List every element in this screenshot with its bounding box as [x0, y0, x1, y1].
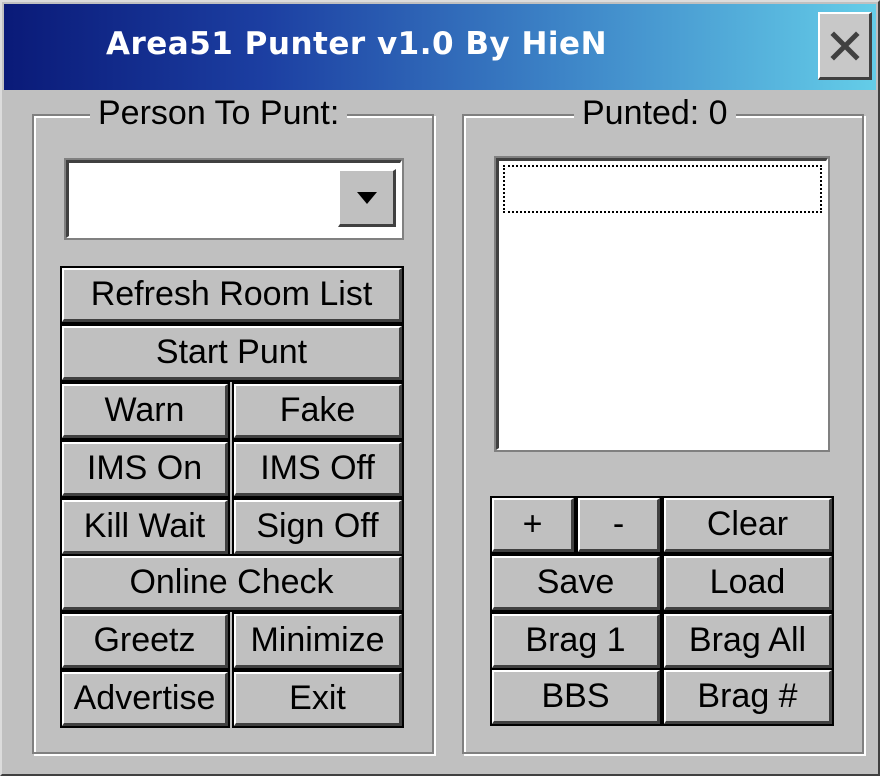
online-check-button[interactable]: Online Check [60, 554, 404, 612]
list-focus-row[interactable] [503, 165, 822, 213]
exit-button[interactable]: Exit [232, 670, 404, 728]
bbs-button[interactable]: BBS [490, 668, 662, 726]
ims-off-button[interactable]: IMS Off [232, 440, 404, 498]
greetz-button[interactable]: Greetz [60, 612, 230, 670]
start-punt-button[interactable]: Start Punt [60, 324, 404, 382]
brag-1-button[interactable]: Brag 1 [490, 612, 662, 670]
kill-wait-button[interactable]: Kill Wait [60, 498, 230, 556]
person-to-punt-combo[interactable] [64, 158, 404, 240]
combo-dropdown-button[interactable] [338, 169, 396, 227]
punter-window: Area51 Punter v1.0 By HieN Person To Pun… [0, 0, 880, 776]
remove-button[interactable]: - [576, 496, 662, 554]
chevron-down-icon [356, 191, 377, 204]
sign-off-button[interactable]: Sign Off [232, 498, 404, 556]
load-button[interactable]: Load [662, 554, 834, 612]
save-button[interactable]: Save [490, 554, 662, 612]
title-bar[interactable]: Area51 Punter v1.0 By HieN [4, 4, 876, 90]
refresh-room-list-button[interactable]: Refresh Room List [60, 266, 404, 324]
window-title: Area51 Punter v1.0 By HieN [106, 26, 608, 62]
clear-button[interactable]: Clear [662, 496, 834, 554]
brag-number-button[interactable]: Brag # [662, 668, 834, 726]
advertise-button[interactable]: Advertise [60, 670, 230, 728]
ims-on-button[interactable]: IMS On [60, 440, 230, 498]
brag-all-button[interactable]: Brag All [662, 612, 834, 670]
punted-list[interactable] [494, 156, 830, 452]
punted-count-label: Punted: 0 [574, 94, 736, 133]
person-to-punt-label: Person To Punt: [90, 94, 348, 133]
close-icon [829, 30, 860, 61]
close-button[interactable] [818, 12, 872, 80]
fake-button[interactable]: Fake [232, 382, 404, 440]
warn-button[interactable]: Warn [60, 382, 230, 440]
minimize-button[interactable]: Minimize [232, 612, 404, 670]
add-button[interactable]: + [490, 496, 576, 554]
